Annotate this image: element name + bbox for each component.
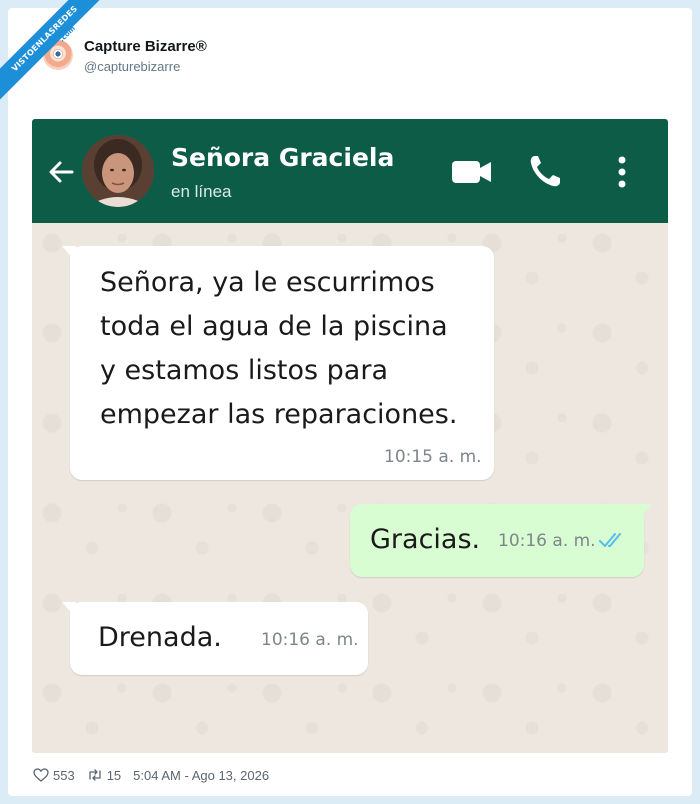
message-time: 10:16 a. m.: [261, 630, 359, 650]
post-timestamp[interactable]: 5:04 AM - Ago 13, 2026: [133, 768, 269, 783]
message-text: Señora, ya le escurrimos toda el agua de…: [100, 267, 458, 430]
message-bubble-incoming[interactable]: Señora, ya le escurrimos toda el agua de…: [70, 246, 494, 480]
chat-screenshot: Señora Graciela en línea Señora, ya le e…: [32, 119, 668, 753]
message-text: Drenada.: [98, 622, 222, 653]
message-bubble-incoming[interactable]: Drenada. 10:16 a. m.: [70, 602, 368, 675]
heart-icon[interactable]: [33, 767, 49, 783]
chat-header: Señora Graciela en línea: [32, 119, 668, 223]
contact-avatar[interactable]: [82, 135, 154, 207]
watermark-text: VISTOENLASREDES: [0, 0, 110, 107]
phone-icon[interactable]: [524, 153, 568, 191]
more-options-icon[interactable]: [607, 153, 637, 191]
retweet-count: 15: [106, 767, 122, 783]
tweet-footer: 553 15 5:04 AM - Ago 13, 2026: [33, 765, 281, 785]
message-time: 10:15 a. m.: [384, 447, 482, 467]
like-count: 553: [53, 767, 75, 783]
message-text: Gracias.: [370, 524, 481, 555]
contact-name[interactable]: Señora Graciela: [171, 143, 394, 172]
message-bubble-outgoing[interactable]: Gracias. 10:16 a. m.: [350, 504, 644, 577]
video-call-icon[interactable]: [449, 153, 493, 191]
watermark: VISTOENLASREDES .com: [0, 0, 110, 110]
back-arrow-icon[interactable]: [46, 157, 76, 187]
read-ticks-icon: [599, 533, 621, 547]
contact-status: en línea: [171, 182, 232, 201]
retweet-icon[interactable]: [87, 767, 103, 783]
message-time: 10:16 a. m.: [498, 531, 596, 551]
